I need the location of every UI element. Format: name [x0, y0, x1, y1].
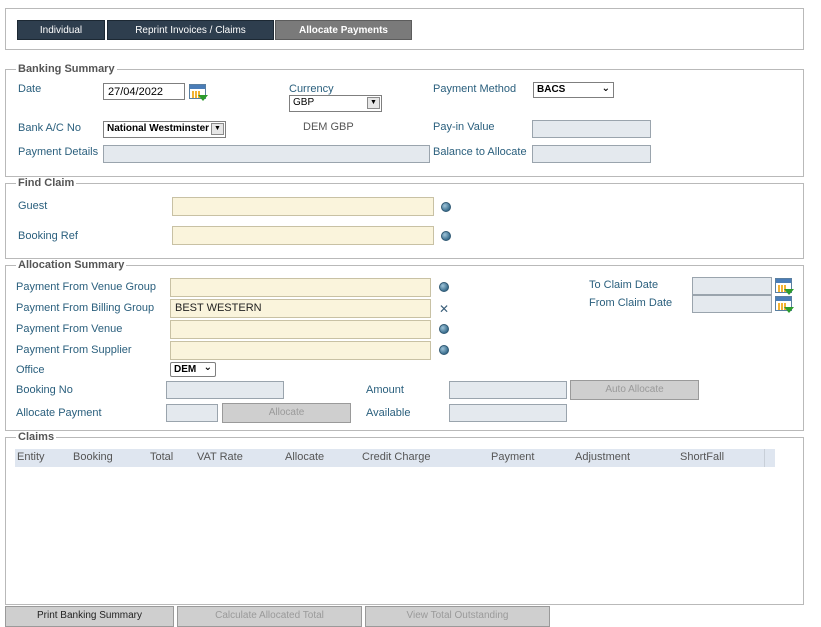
globe-icon[interactable] [439, 282, 449, 292]
allocation-summary-panel: Allocation Summary Payment From Venue Gr… [5, 259, 804, 431]
payment-details-field[interactable] [103, 145, 430, 163]
chevron-down-icon: ⌄ [601, 83, 610, 94]
find-claim-legend: Find Claim [16, 177, 77, 189]
available-field[interactable] [449, 404, 567, 422]
guest-field[interactable] [172, 197, 434, 216]
from-claim-date-label: From Claim Date [589, 297, 673, 309]
bank-ac-select[interactable]: National Westminster ▼ [103, 121, 226, 138]
allocate-payment-label: Allocate Payment [16, 407, 102, 419]
office-value: DEM [174, 364, 197, 375]
from-claim-date-field[interactable] [692, 295, 772, 313]
booking-no-label: Booking No [16, 384, 73, 396]
claims-legend: Claims [16, 431, 57, 443]
venue-group-label: Payment From Venue Group [16, 281, 157, 293]
billing-group-field[interactable]: BEST WESTERN [170, 299, 431, 318]
dropdown-arrow-icon: ▼ [367, 97, 380, 109]
column-header-booking[interactable]: Booking [73, 449, 113, 467]
supplier-label: Payment From Supplier [16, 344, 132, 356]
supplier-field[interactable] [170, 341, 431, 360]
payment-method-label: Payment Method [433, 83, 517, 95]
column-header-vat-rate[interactable]: VAT Rate [197, 449, 243, 467]
bank-ac-label: Bank A/C No [18, 122, 81, 134]
payment-method-select[interactable]: BACS ⌄ [533, 82, 614, 98]
calendar-icon[interactable] [189, 84, 208, 101]
guest-label: Guest [18, 200, 48, 212]
date-label: Date [18, 83, 42, 95]
dropdown-arrow-icon: ▼ [211, 123, 224, 135]
payin-value-field[interactable] [532, 120, 651, 138]
office-label: Office [16, 364, 45, 376]
allocate-payment-field[interactable] [166, 404, 218, 422]
calendar-icon[interactable] [775, 296, 794, 313]
allocation-summary-legend: Allocation Summary [16, 259, 127, 271]
balance-to-allocate-label: Balance to Allocate [433, 146, 527, 158]
globe-icon[interactable] [441, 202, 451, 212]
amount-label: Amount [366, 384, 404, 396]
available-label: Available [366, 407, 411, 419]
to-claim-date-field[interactable] [692, 277, 772, 295]
bank-ac-value: National Westminster [107, 123, 210, 134]
column-header-total[interactable]: Total [150, 449, 173, 467]
column-header-allocate[interactable]: Allocate [285, 449, 324, 467]
banking-summary-legend: Banking Summary [16, 63, 117, 75]
payment-details-label: Payment Details [18, 146, 99, 158]
allocate-button[interactable]: Allocate [222, 403, 351, 423]
globe-icon[interactable] [439, 324, 449, 334]
payment-method-value: BACS [537, 84, 566, 95]
office-select[interactable]: DEM ⌄ [170, 362, 216, 377]
calendar-icon[interactable] [775, 278, 794, 295]
tab-individual[interactable]: Individual [17, 20, 105, 40]
venue-field[interactable] [170, 320, 431, 339]
column-header-credit-charge[interactable]: Credit Charge [362, 449, 430, 467]
column-header-shortfall[interactable]: ShortFall [680, 449, 724, 467]
globe-icon[interactable] [439, 345, 449, 355]
banking-summary-panel: Banking Summary Date 27/04/2022 Currency… [5, 63, 804, 177]
to-claim-date-label: To Claim Date [589, 279, 659, 291]
amount-field[interactable] [449, 381, 567, 399]
balance-to-allocate-field[interactable] [532, 145, 651, 163]
claims-grid-header: Entity Booking Total VAT Rate Allocate C… [15, 449, 775, 467]
calculate-allocated-total-button[interactable]: Calculate Allocated Total [177, 606, 362, 627]
date-field[interactable]: 27/04/2022 [103, 83, 185, 100]
grid-header-divider [764, 449, 765, 467]
bank-currency-text: DEM GBP [303, 121, 354, 133]
payin-value-label: Pay-in Value [433, 121, 495, 133]
tab-reprint-invoices-claims[interactable]: Reprint Invoices / Claims [107, 20, 274, 40]
billing-group-label: Payment From Billing Group [16, 302, 155, 314]
view-total-outstanding-button[interactable]: View Total Outstanding [365, 606, 550, 627]
globe-icon[interactable] [441, 231, 451, 241]
auto-allocate-button[interactable]: Auto Allocate [570, 380, 699, 400]
booking-no-field[interactable] [166, 381, 284, 399]
column-header-adjustment[interactable]: Adjustment [575, 449, 630, 467]
venue-group-field[interactable] [170, 278, 431, 297]
chevron-down-icon: ⌄ [203, 362, 212, 373]
claims-panel: Claims Entity Booking Total VAT Rate All… [5, 431, 804, 605]
column-header-payment[interactable]: Payment [491, 449, 534, 467]
booking-ref-label: Booking Ref [18, 230, 78, 242]
tab-bar-panel: Individual Reprint Invoices / Claims All… [5, 8, 804, 50]
currency-value: GBP [293, 97, 315, 108]
currency-select[interactable]: GBP ▼ [289, 95, 382, 112]
venue-label: Payment From Venue [16, 323, 123, 335]
print-banking-summary-button[interactable]: Print Banking Summary [5, 606, 174, 627]
tab-allocate-payments[interactable]: Allocate Payments [275, 20, 412, 40]
booking-ref-field[interactable] [172, 226, 434, 245]
clear-icon[interactable]: ✕ [439, 303, 449, 315]
find-claim-panel: Find Claim Guest Booking Ref [5, 177, 804, 259]
column-header-entity[interactable]: Entity [17, 449, 45, 467]
